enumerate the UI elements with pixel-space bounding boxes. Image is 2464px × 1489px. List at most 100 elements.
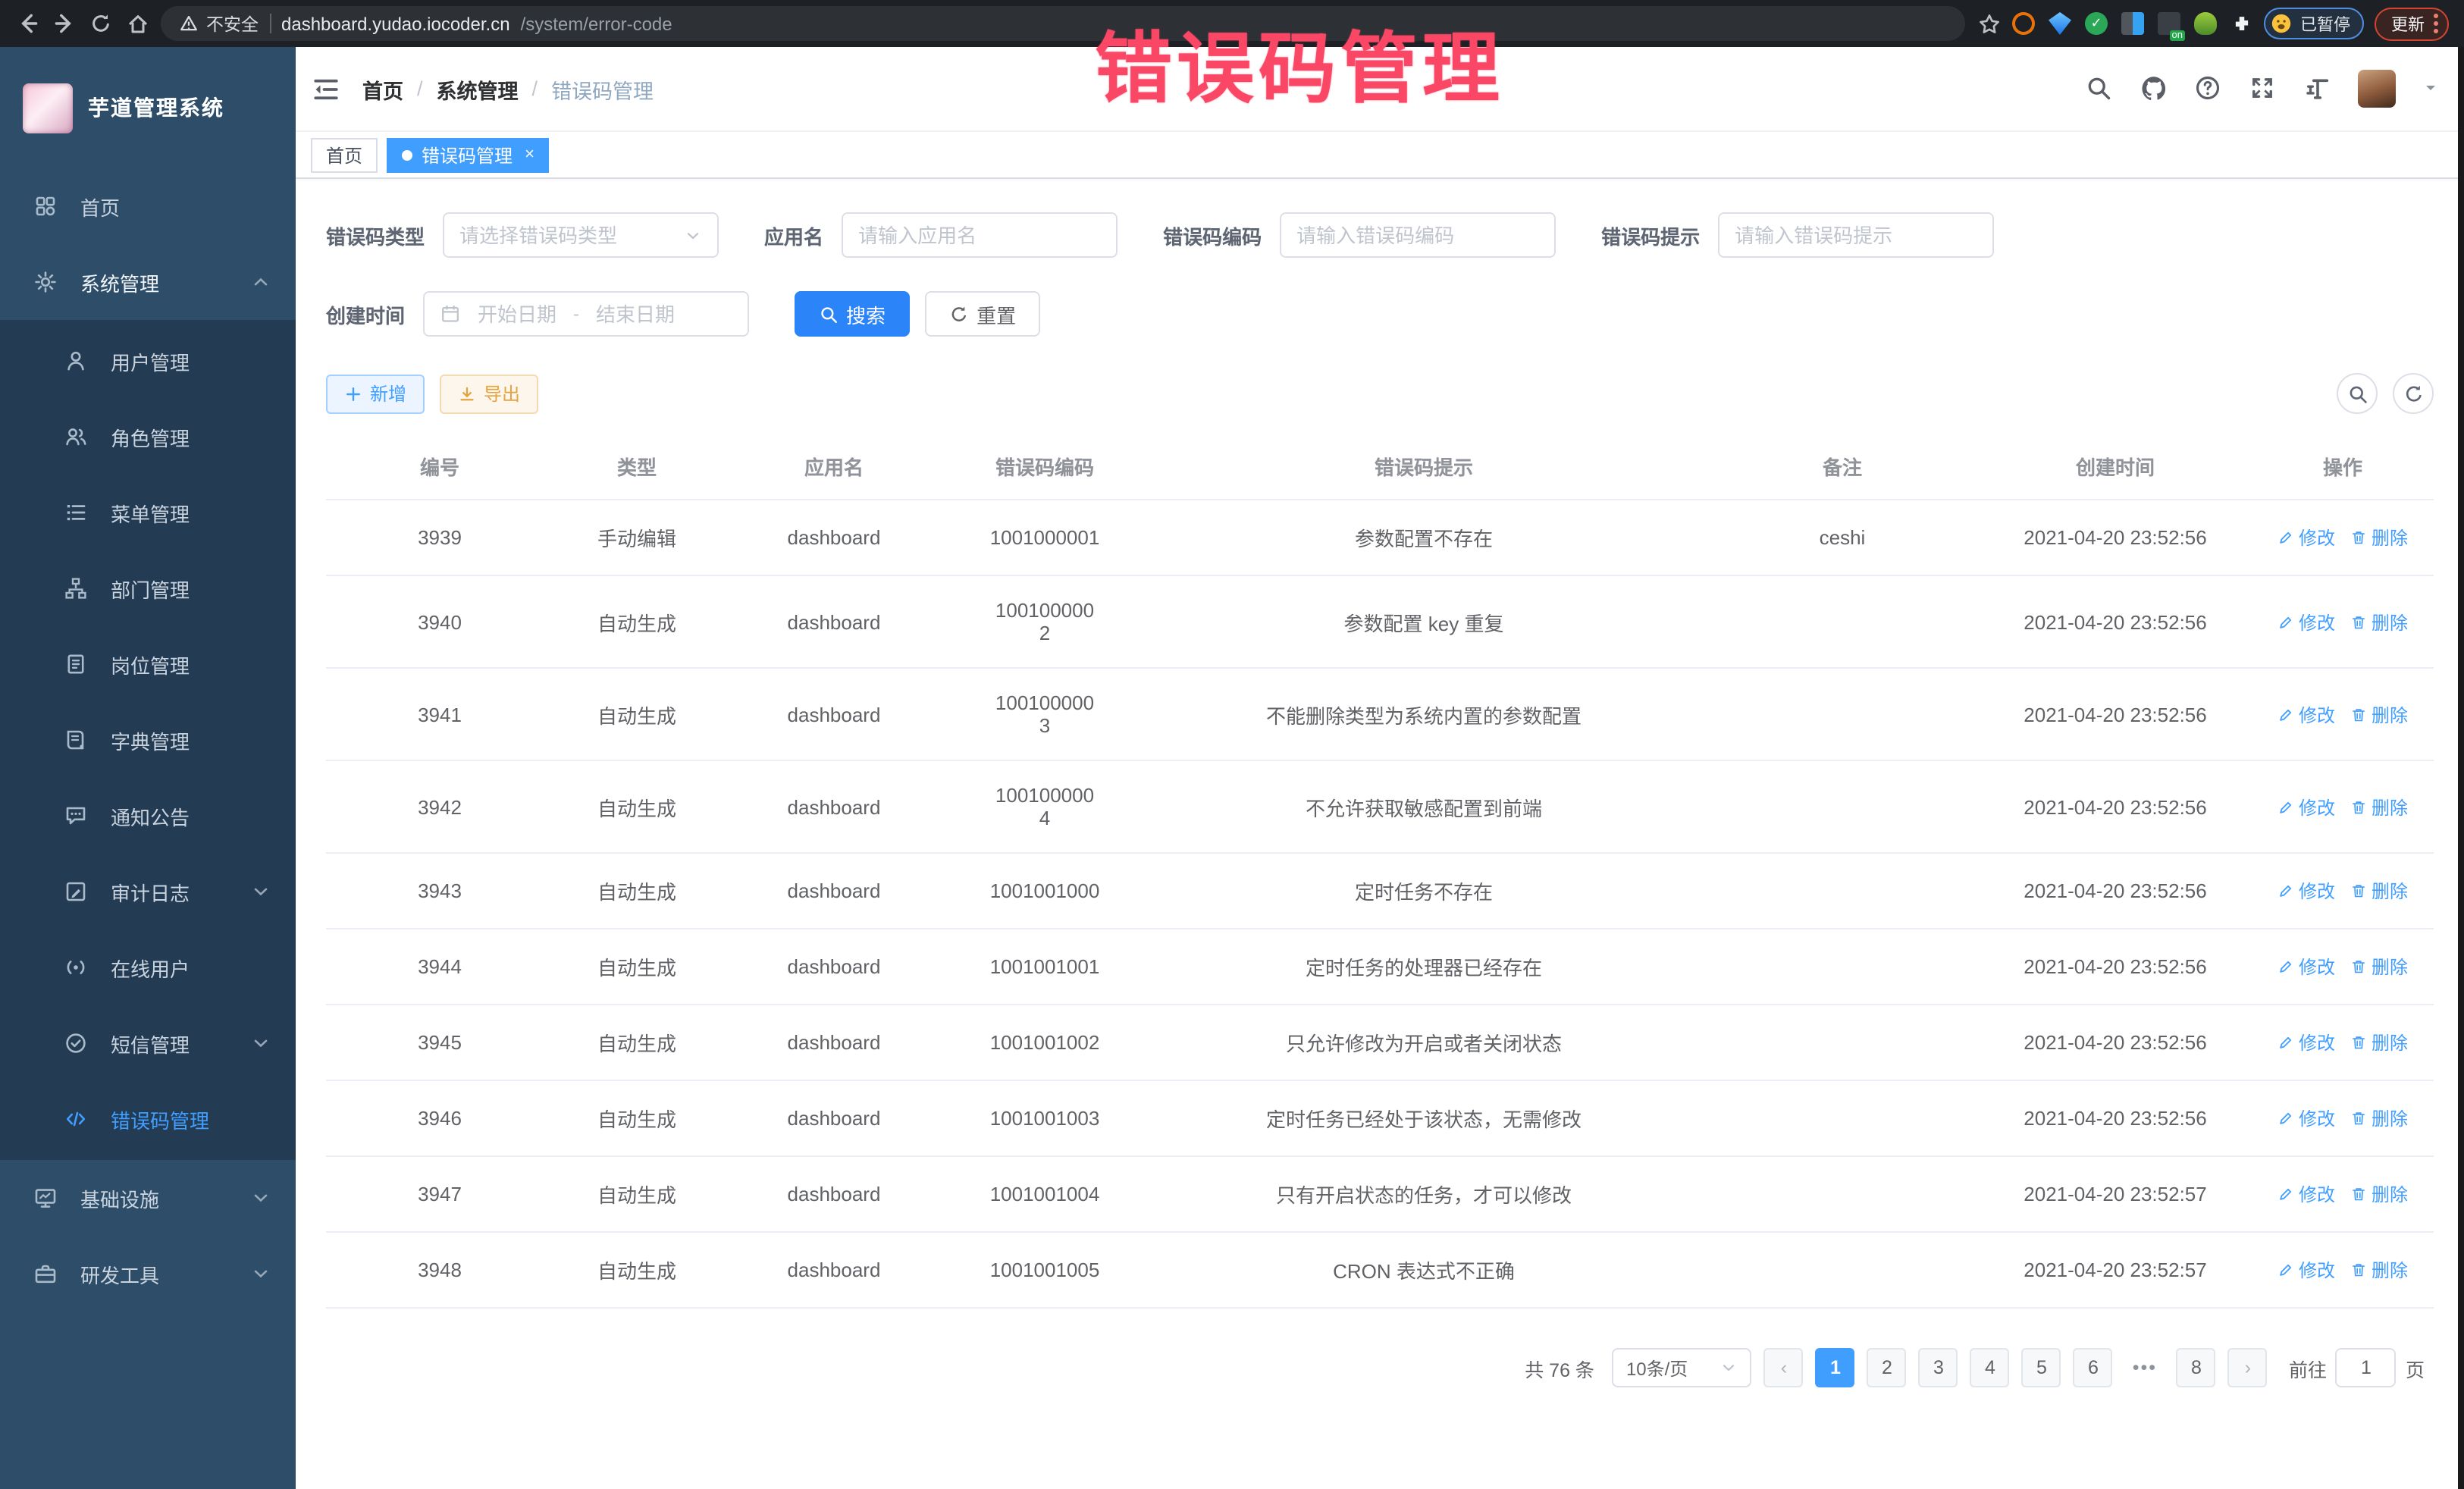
browser-update-button[interactable]: 更新: [2375, 7, 2449, 40]
sidebar-item-system[interactable]: 系统管理: [0, 244, 296, 320]
sidebar-item-online-users[interactable]: 在线用户: [0, 929, 296, 1005]
page-button-8[interactable]: 8: [2177, 1348, 2216, 1387]
sidebar-item-infrastructure[interactable]: 基础设施: [0, 1160, 296, 1236]
sidebar-logo-row[interactable]: 芋道管理系统: [0, 47, 296, 168]
edit-link[interactable]: 修改: [2277, 1257, 2335, 1283]
delete-link[interactable]: 删除: [2350, 609, 2408, 635]
security-indicator[interactable]: 不安全: [179, 11, 259, 36]
search-button[interactable]: 搜索: [795, 291, 910, 337]
extension-icon-green-key[interactable]: [2194, 12, 2217, 35]
end-date-input[interactable]: [588, 303, 682, 325]
extension-icon-grid[interactable]: [2121, 12, 2144, 35]
page-button-3[interactable]: 3: [1919, 1348, 1958, 1387]
delete-link[interactable]: 删除: [2350, 878, 2408, 904]
error-tip-input[interactable]: [1735, 224, 1977, 246]
user-avatar[interactable]: [2358, 70, 2396, 108]
browser-forward-icon[interactable]: [52, 11, 77, 36]
table-row[interactable]: 3946自动生成dashboard1001001003定时任务已经处于该状态，无…: [326, 1080, 2434, 1156]
edit-link[interactable]: 修改: [2277, 1181, 2335, 1207]
browser-home-icon[interactable]: [124, 11, 150, 36]
breadcrumb-system[interactable]: 系统管理: [437, 74, 519, 104]
delete-link[interactable]: 删除: [2350, 1030, 2408, 1055]
avatar-caret-down-icon[interactable]: [2422, 75, 2440, 102]
delete-link[interactable]: 删除: [2350, 1181, 2408, 1207]
sidebar-item-audit-log[interactable]: 审计日志: [0, 854, 296, 929]
sidebar-item-error-code[interactable]: 错误码管理: [0, 1081, 296, 1157]
sidebar-item-menus[interactable]: 菜单管理: [0, 475, 296, 550]
profile-paused-badge[interactable]: 已暂停: [2264, 8, 2364, 39]
extension-icon-orange-ring[interactable]: [2012, 12, 2035, 35]
address-bar[interactable]: 不安全 dashboard.yudao.iocoder.cn/system/er…: [161, 6, 1965, 41]
sidebar-item-sms[interactable]: 短信管理: [0, 1005, 296, 1081]
browser-menu-kebab-icon[interactable]: [2434, 14, 2438, 33]
sidebar-collapse-icon[interactable]: [311, 74, 341, 104]
extensions-puzzle-icon[interactable]: [2230, 12, 2253, 35]
help-icon[interactable]: [2194, 74, 2223, 103]
refresh-table-button[interactable]: [2393, 373, 2434, 414]
github-icon[interactable]: [2140, 74, 2168, 103]
edit-link[interactable]: 修改: [2277, 794, 2335, 820]
extension-icon-tampermonkey[interactable]: on: [2158, 12, 2180, 35]
sidebar-item-users[interactable]: 用户管理: [0, 323, 296, 399]
add-button[interactable]: 新增: [326, 374, 425, 413]
page-button-5[interactable]: 5: [2022, 1348, 2061, 1387]
font-size-icon[interactable]: [2303, 74, 2332, 103]
error-type-select[interactable]: [443, 212, 719, 258]
edit-link[interactable]: 修改: [2277, 609, 2335, 635]
page-scrollbar[interactable]: [2458, 47, 2464, 1489]
table-row[interactable]: 3942自动生成dashboard100100000 4不允许获取敏感配置到前端…: [326, 760, 2434, 853]
start-date-input[interactable]: [470, 303, 564, 325]
table-row[interactable]: 3943自动生成dashboard1001001000定时任务不存在2021-0…: [326, 853, 2434, 929]
sidebar-item-notice[interactable]: 通知公告: [0, 778, 296, 854]
sidebar-item-dev-tools[interactable]: 研发工具: [0, 1236, 296, 1312]
sidebar-item-dict[interactable]: 字典管理: [0, 702, 296, 778]
goto-page-input[interactable]: [2336, 1348, 2397, 1387]
delete-link[interactable]: 删除: [2350, 701, 2408, 727]
tab-close-icon[interactable]: ×: [525, 146, 534, 163]
next-page-button[interactable]: ›: [2228, 1348, 2268, 1387]
sidebar-item-departments[interactable]: 部门管理: [0, 550, 296, 626]
page-size-select[interactable]: 10条/页: [1613, 1348, 1752, 1387]
page-button-4[interactable]: 4: [1970, 1348, 2010, 1387]
export-button[interactable]: 导出: [440, 374, 538, 413]
table-row[interactable]: 3941自动生成dashboard100100000 3不能删除类型为系统内置的…: [326, 668, 2434, 760]
page-button-6[interactable]: 6: [2074, 1348, 2113, 1387]
page-button-1[interactable]: 1: [1816, 1348, 1855, 1387]
error-code-input[interactable]: [1296, 224, 1539, 246]
extension-icon-green-check[interactable]: ✓: [2085, 12, 2108, 35]
table-row[interactable]: 3945自动生成dashboard1001001002只允许修改为开启或者关闭状…: [326, 1005, 2434, 1080]
edit-link[interactable]: 修改: [2277, 525, 2335, 550]
bookmark-star-icon[interactable]: [1976, 11, 2002, 36]
table-row[interactable]: 3940自动生成dashboard100100000 2参数配置 key 重复2…: [326, 575, 2434, 668]
toggle-search-button[interactable]: [2337, 373, 2378, 414]
browser-back-icon[interactable]: [15, 11, 41, 36]
reset-button[interactable]: 重置: [925, 291, 1040, 337]
delete-link[interactable]: 删除: [2350, 525, 2408, 550]
table-row[interactable]: 3947自动生成dashboard1001001004只有开启状态的任务，才可以…: [326, 1156, 2434, 1232]
tab-home[interactable]: 首页: [311, 137, 378, 172]
search-icon[interactable]: [2085, 74, 2114, 103]
tab-error-code[interactable]: 错误码管理 ×: [387, 137, 550, 172]
delete-link[interactable]: 删除: [2350, 1257, 2408, 1283]
error-type-select-input[interactable]: [459, 224, 684, 246]
sidebar-item-roles[interactable]: 角色管理: [0, 399, 296, 475]
edit-link[interactable]: 修改: [2277, 954, 2335, 980]
delete-link[interactable]: 删除: [2350, 1105, 2408, 1131]
sidebar-item-home[interactable]: 首页: [0, 168, 296, 244]
extension-icon-blue-gem[interactable]: [2049, 12, 2071, 35]
page-button-2[interactable]: 2: [1867, 1348, 1907, 1387]
app-name-input[interactable]: [858, 224, 1101, 246]
delete-link[interactable]: 删除: [2350, 954, 2408, 980]
sidebar-item-posts[interactable]: 岗位管理: [0, 626, 296, 702]
fullscreen-icon[interactable]: [2249, 74, 2277, 103]
prev-page-button[interactable]: ‹: [1764, 1348, 1804, 1387]
edit-link[interactable]: 修改: [2277, 1105, 2335, 1131]
delete-link[interactable]: 删除: [2350, 794, 2408, 820]
date-range-picker[interactable]: -: [423, 291, 749, 337]
edit-link[interactable]: 修改: [2277, 878, 2335, 904]
table-row[interactable]: 3944自动生成dashboard1001001001定时任务的处理器已经存在2…: [326, 929, 2434, 1005]
page-ellipsis[interactable]: •••: [2125, 1348, 2165, 1387]
edit-link[interactable]: 修改: [2277, 701, 2335, 727]
breadcrumb-home[interactable]: 首页: [362, 74, 403, 104]
table-row[interactable]: 3948自动生成dashboard1001001005CRON 表达式不正确20…: [326, 1232, 2434, 1308]
